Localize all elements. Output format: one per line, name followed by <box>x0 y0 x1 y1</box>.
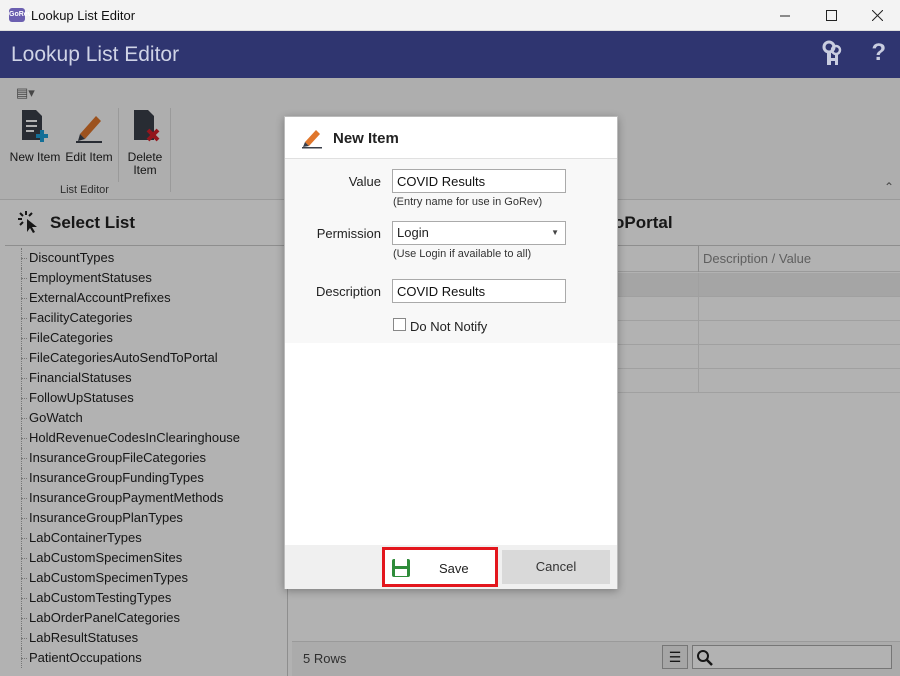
edit-pencil-icon <box>302 130 322 149</box>
permission-label: Permission <box>316 226 381 241</box>
permission-hint: (Use Login if available to all) <box>393 248 532 260</box>
value-hint: (Entry name for use in GoRev) <box>393 196 543 208</box>
permission-value: Login <box>397 225 429 240</box>
dropdown-arrow-icon: ▼ <box>551 228 559 237</box>
keys-icon[interactable] <box>820 40 844 71</box>
new-item-dialog: New Item Value (Entry name for use in Go… <box>284 116 618 589</box>
save-button[interactable]: Save <box>382 547 498 587</box>
cancel-button[interactable]: Cancel <box>502 550 610 584</box>
dialog-header: New Item <box>285 117 617 159</box>
dialog-body: Value (Entry name for use in GoRev) Perm… <box>285 159 617 343</box>
minimize-icon <box>779 15 790 17</box>
description-input[interactable] <box>392 279 566 303</box>
dialog-footer: Save Cancel <box>285 545 617 589</box>
maximize-icon <box>825 10 837 21</box>
maximize-button[interactable] <box>808 0 854 31</box>
permission-select[interactable]: Login ▼ <box>392 221 566 245</box>
window-title: Lookup List Editor <box>31 7 136 23</box>
do-not-notify-label[interactable]: Do Not Notify <box>410 319 487 334</box>
page-title: Lookup List Editor <box>11 43 180 66</box>
dialog-title: New Item <box>333 130 399 147</box>
description-label: Description <box>315 284 381 299</box>
cancel-label: Cancel <box>535 559 577 574</box>
window-titlebar: GoRev Lookup List Editor <box>0 0 900 31</box>
app-icon: GoRev <box>9 8 32 22</box>
save-label: Save <box>439 561 469 576</box>
close-icon <box>871 10 883 21</box>
app-header: Lookup List Editor ? <box>0 31 900 78</box>
help-icon[interactable]: ? <box>871 39 886 67</box>
do-not-notify-checkbox[interactable] <box>393 318 406 331</box>
close-button[interactable] <box>854 0 900 31</box>
minimize-button[interactable] <box>762 0 808 31</box>
value-input[interactable] <box>392 169 566 193</box>
save-disk-icon <box>392 559 410 577</box>
value-label: Value <box>348 174 381 189</box>
